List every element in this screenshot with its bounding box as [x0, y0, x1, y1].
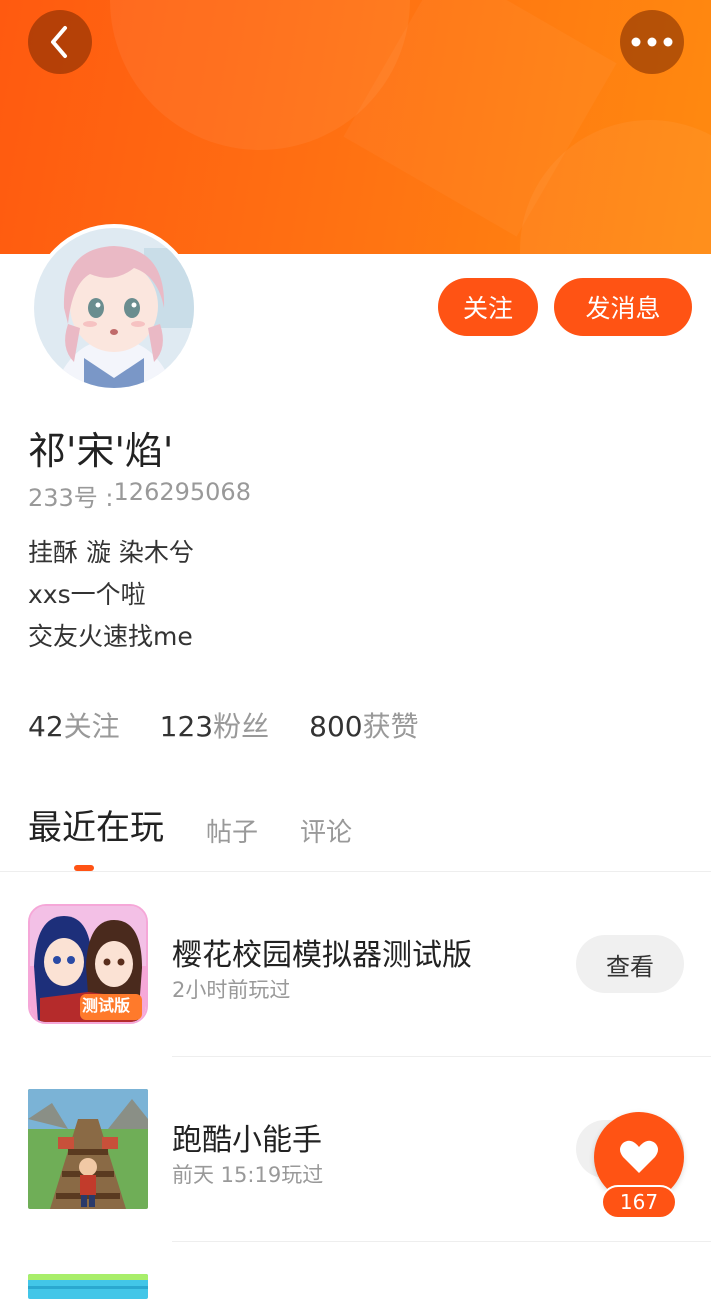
- divider: [0, 871, 711, 872]
- bio-line: xxs一个啦: [28, 580, 146, 609]
- like-count-badge: 167: [601, 1185, 677, 1219]
- divider: [172, 1241, 711, 1242]
- stat-fans[interactable]: 123粉丝: [160, 705, 269, 745]
- profile-banner: [0, 0, 711, 254]
- tab-bar: 最近在玩 帖子 评论: [28, 800, 394, 855]
- divider: [172, 1056, 711, 1057]
- stat-fans-label: 粉丝: [213, 710, 270, 743]
- username: 祁'宋'焰': [28, 429, 174, 473]
- user-id-label: 233号 :: [28, 484, 114, 512]
- user-id-value: 126295068: [113, 478, 251, 506]
- game-name: 跑酷小能手: [172, 1123, 322, 1158]
- bio-line: 交友火速找me: [28, 622, 193, 651]
- tab-comments[interactable]: 评论: [300, 812, 352, 855]
- more-dots-icon: [631, 37, 673, 47]
- user-id: 233号 : 126295068: [28, 478, 251, 513]
- stats-bar: 42关注 123粉丝 800获赞: [28, 705, 459, 745]
- stat-following-count: 42: [28, 710, 64, 743]
- more-button[interactable]: [620, 10, 684, 74]
- game-icon: [28, 1274, 148, 1299]
- avatar[interactable]: [30, 224, 198, 392]
- game-icon-parkour: [28, 1089, 148, 1209]
- back-button[interactable]: [28, 10, 92, 74]
- bio-line: 挂酥 漩 染木兮: [28, 538, 194, 567]
- heart-icon: [620, 1140, 658, 1173]
- stat-likes-label: 获赞: [362, 710, 419, 743]
- stat-likes-count: 800: [309, 710, 363, 743]
- chevron-left-icon: [51, 26, 67, 58]
- stat-following[interactable]: 42关注: [28, 705, 120, 745]
- view-button[interactable]: 查看: [576, 935, 684, 993]
- bio: 挂酥 漩 染木兮 xxs一个啦 交友火速找me: [28, 532, 194, 658]
- game-played-time: 前天 15:19玩过: [172, 1163, 324, 1187]
- game-icon-badge: 测试版: [82, 996, 131, 1015]
- game-icon-sakura: 测试版: [28, 904, 148, 1024]
- tab-posts[interactable]: 帖子: [206, 812, 258, 855]
- game-played-time: 2小时前玩过: [172, 978, 291, 1002]
- anime-girl-avatar: [34, 228, 194, 388]
- tab-recent-play[interactable]: 最近在玩: [28, 800, 164, 855]
- follow-button[interactable]: 关注: [438, 278, 538, 336]
- stat-likes[interactable]: 800获赞: [309, 705, 418, 745]
- stat-following-label: 关注: [63, 710, 120, 743]
- game-name: 樱花校园模拟器测试版: [172, 938, 472, 973]
- stat-fans-count: 123: [159, 710, 214, 743]
- message-button[interactable]: 发消息: [554, 278, 692, 336]
